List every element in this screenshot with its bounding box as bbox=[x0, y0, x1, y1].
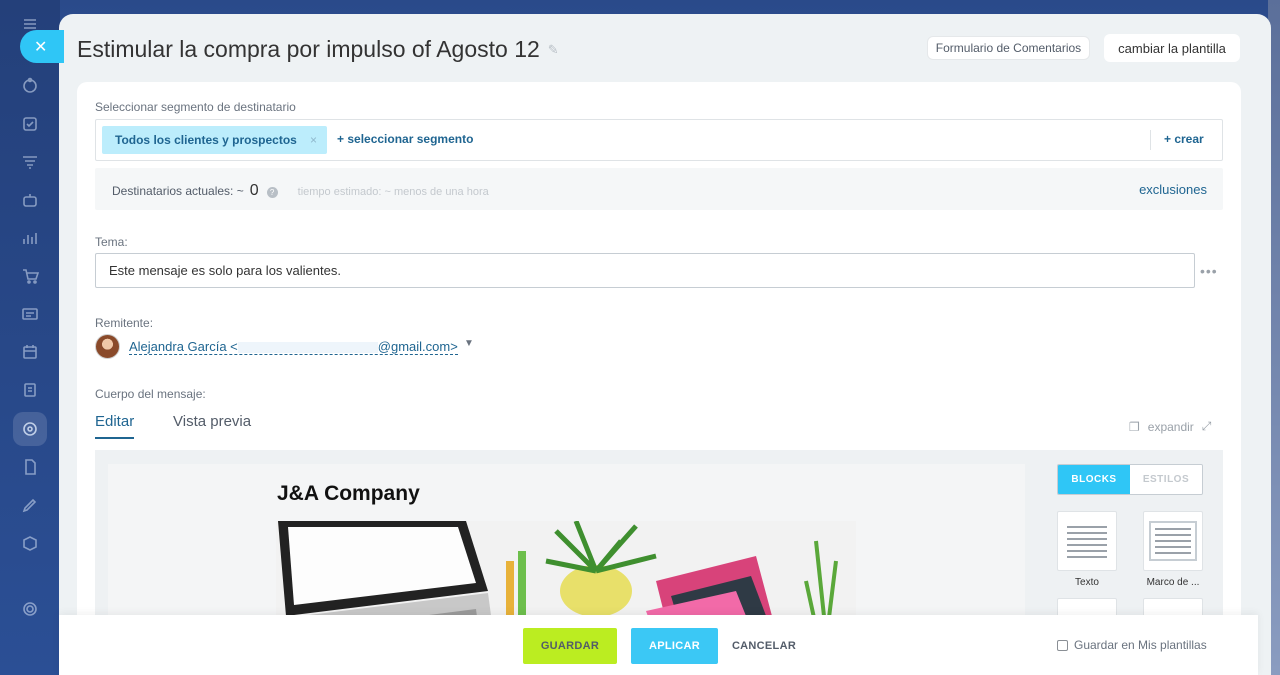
help-icon[interactable]: ? bbox=[266, 187, 278, 198]
sender-label: Remitente: bbox=[95, 316, 154, 330]
page-title: Estimular la compra por impulso of Agost… bbox=[77, 36, 559, 63]
close-slider-button[interactable]: ✕ bbox=[20, 30, 64, 63]
more-options-icon[interactable]: ••• bbox=[1200, 263, 1218, 279]
estimated-time: tiempo estimado: ~ menos de una hora bbox=[297, 186, 489, 198]
crm-icon[interactable] bbox=[20, 76, 40, 96]
expand-arrows-icon: ⤢ bbox=[1201, 419, 1212, 433]
copy-icon: ❐ bbox=[1129, 419, 1140, 434]
box-icon[interactable] bbox=[20, 533, 40, 553]
exclusions-link[interactable]: exclusiones bbox=[1139, 182, 1207, 197]
form-card: Seleccionar segmento de destinatario Tod… bbox=[77, 82, 1241, 675]
segment-selector[interactable]: Todos los clientes y prospectos × + sele… bbox=[95, 119, 1223, 161]
change-template-button[interactable]: cambiar la plantilla bbox=[1104, 34, 1240, 62]
block-item[interactable]: Marco de ... bbox=[1143, 511, 1203, 588]
cancel-button[interactable]: CANCELAR bbox=[729, 628, 799, 664]
segment-chip-label: Todos los clientes y prospectos bbox=[115, 133, 297, 147]
tab-edit[interactable]: Editar bbox=[95, 413, 134, 430]
tab-styles[interactable]: ESTILOS bbox=[1130, 465, 1202, 494]
segment-label: Seleccionar segmento de destinatario bbox=[95, 100, 296, 114]
segment-chip[interactable]: Todos los clientes y prospectos × bbox=[102, 126, 327, 154]
boxed-text-block-icon bbox=[1143, 511, 1203, 571]
cart-icon[interactable] bbox=[20, 266, 40, 286]
pencil-icon[interactable]: ✎ bbox=[548, 42, 559, 58]
block-item[interactable]: Texto bbox=[1057, 511, 1117, 588]
page-title-text: Estimular la compra por impulso of Agost… bbox=[77, 36, 540, 62]
blocks-styles-toggle: BLOCKS ESTILOS bbox=[1057, 464, 1203, 495]
calendar-icon[interactable] bbox=[20, 342, 40, 362]
sign-icon[interactable] bbox=[20, 495, 40, 515]
subject-label: Tema: bbox=[95, 235, 128, 249]
body-label: Cuerpo del mensaje: bbox=[95, 387, 206, 401]
avatar bbox=[95, 334, 120, 359]
block-label: Texto bbox=[1075, 577, 1099, 588]
feedback-form-button[interactable]: Formulario de Comentarios bbox=[927, 36, 1090, 60]
block-label: Marco de ... bbox=[1146, 577, 1200, 588]
save-button[interactable]: GUARDAR bbox=[523, 628, 617, 664]
email-heading[interactable]: J&A Company bbox=[277, 482, 420, 506]
chevron-down-icon[interactable]: ▼ bbox=[464, 338, 474, 349]
expand-button[interactable]: ❐ expandir ⤢ bbox=[1129, 419, 1211, 434]
text-block-icon bbox=[1057, 511, 1117, 571]
expand-label: expandir bbox=[1147, 419, 1194, 434]
select-segment-link[interactable]: + seleccionar segmento bbox=[337, 132, 473, 146]
funnel-icon[interactable] bbox=[20, 152, 40, 172]
recipients-count: 0 bbox=[249, 182, 259, 199]
sender-select[interactable]: Alejandra García < @gmail.com> bbox=[129, 339, 458, 355]
apply-button[interactable]: APLICAR bbox=[631, 628, 718, 664]
sender-email-domain: @gmail.com> bbox=[377, 339, 458, 354]
subject-input[interactable]: Este mensaje es solo para los valientes. bbox=[95, 253, 1195, 288]
recipients-label: Destinatarios actuales: ~ bbox=[112, 184, 244, 198]
divider bbox=[1150, 130, 1151, 150]
recipients-info: Destinatarios actuales: ~ 0 ? tiempo est… bbox=[112, 182, 489, 200]
app-sidebar bbox=[0, 0, 60, 675]
robot-icon[interactable] bbox=[20, 190, 40, 210]
building-icon[interactable] bbox=[20, 380, 40, 400]
footer-bar: GUARDAR APLICAR CANCELAR Guardar en Mis … bbox=[59, 615, 1258, 675]
active-tab-indicator bbox=[95, 437, 134, 439]
recipients-bar: Destinatarios actuales: ~ 0 ? tiempo est… bbox=[95, 168, 1223, 210]
redacted-email bbox=[237, 342, 378, 354]
analytics-icon[interactable] bbox=[20, 228, 40, 248]
save-template-checkbox[interactable] bbox=[1057, 639, 1068, 651]
create-segment-link[interactable]: + crear bbox=[1164, 132, 1204, 146]
tab-preview[interactable]: Vista previa bbox=[173, 413, 251, 430]
tasks-icon[interactable] bbox=[20, 114, 40, 134]
save-template-option[interactable]: Guardar en Mis plantillas bbox=[1057, 638, 1207, 652]
save-template-label: Guardar en Mis plantillas bbox=[1074, 638, 1207, 652]
remove-chip-icon[interactable]: × bbox=[310, 133, 317, 147]
sender-name: Alejandra García < bbox=[129, 339, 238, 354]
contacts-icon[interactable] bbox=[20, 304, 40, 324]
marketing-icon[interactable] bbox=[20, 419, 40, 439]
tab-blocks[interactable]: BLOCKS bbox=[1058, 465, 1130, 494]
documents-icon[interactable] bbox=[20, 457, 40, 477]
settings-icon[interactable] bbox=[20, 599, 40, 619]
slider-panel: Estimular la compra por impulso of Agost… bbox=[59, 14, 1271, 675]
